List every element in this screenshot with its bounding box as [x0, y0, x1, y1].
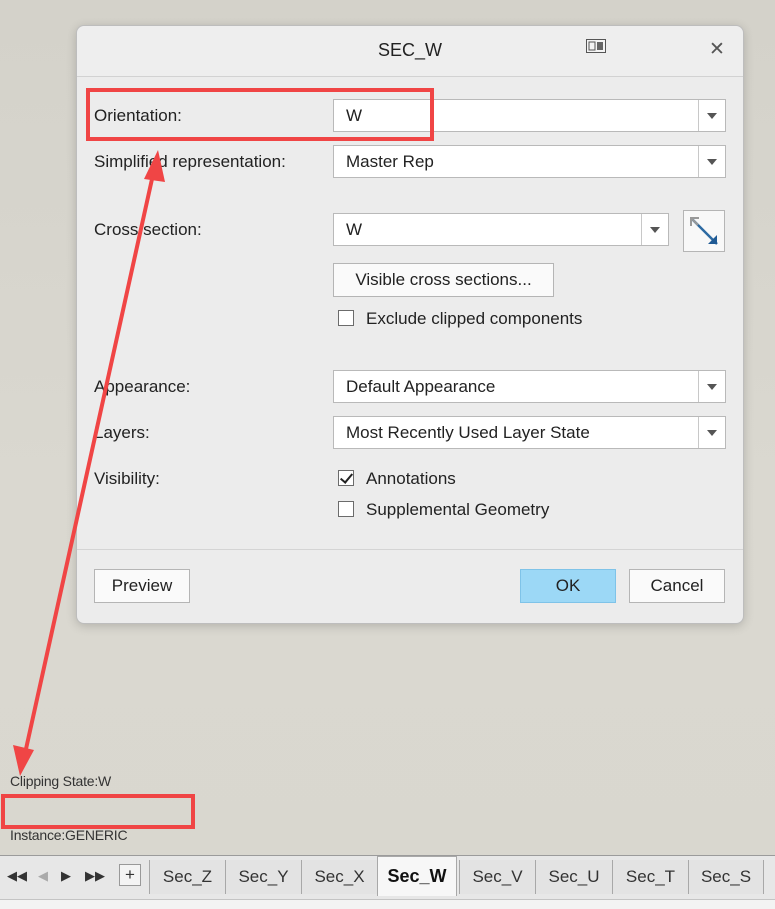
last-tab-icon[interactable]: ▶▶ [85, 868, 105, 884]
window-icon[interactable] [586, 39, 606, 53]
tab-sec-x[interactable]: Sec_X [301, 860, 377, 894]
dialog-titlebar[interactable]: SEC_W ✕ [77, 26, 743, 77]
status-highlight-box [1, 794, 195, 829]
tab-sec-w[interactable]: Sec_W [377, 856, 457, 896]
chevron-down-icon[interactable] [698, 146, 725, 177]
next-tab-icon[interactable]: ▶ [61, 868, 71, 884]
cross-section-value: W [346, 220, 363, 239]
dialog-title: SEC_W [377, 40, 442, 60]
cross-section-dropdown[interactable]: W [333, 213, 669, 246]
flip-clipping-button[interactable] [683, 210, 725, 252]
simplified-rep-dropdown[interactable]: Master Rep [333, 145, 726, 178]
simplified-rep-value: Master Rep [346, 152, 434, 171]
flip-direction-icon [690, 217, 718, 245]
annotations-label: Annotations [366, 469, 456, 488]
sec-w-dialog: SEC_W ✕ Orientation: W Simplified repres… [76, 25, 744, 624]
preview-button[interactable]: Preview [94, 569, 190, 603]
cancel-button[interactable]: Cancel [629, 569, 725, 603]
annotations-checkbox[interactable] [338, 470, 354, 486]
chevron-down-icon[interactable] [698, 100, 725, 131]
supplemental-geometry-checkbox[interactable] [338, 501, 354, 517]
chevron-down-icon[interactable] [698, 417, 725, 448]
orientation-dropdown[interactable]: W [333, 99, 726, 132]
appearance-dropdown[interactable]: Default Appearance [333, 370, 726, 403]
exclude-clipped-checkbox[interactable] [338, 310, 354, 326]
tab-sec-y[interactable]: Sec_Y [225, 860, 301, 894]
visible-cross-sections-button[interactable]: Visible cross sections... [333, 263, 554, 297]
orientation-label: Orientation: [94, 106, 182, 125]
instance-text: Instance:GENERIC [10, 827, 128, 843]
layers-value: Most Recently Used Layer State [346, 423, 590, 442]
exclude-clipped-label: Exclude clipped components [366, 309, 583, 328]
ok-button[interactable]: OK [520, 569, 616, 603]
layers-dropdown[interactable]: Most Recently Used Layer State [333, 416, 726, 449]
appearance-label: Appearance: [94, 377, 191, 396]
chevron-down-icon[interactable] [641, 214, 668, 245]
tab-sec-u[interactable]: Sec_U [535, 860, 612, 894]
first-tab-icon[interactable]: ◀◀ [7, 868, 27, 884]
close-icon[interactable]: ✕ [709, 40, 725, 59]
supplemental-geometry-label: Supplemental Geometry [366, 500, 550, 519]
tab-sec-z[interactable]: Sec_Z [149, 860, 225, 894]
simplified-rep-label: Simplified representation: [94, 152, 286, 171]
clipping-state-text: Clipping State:W [10, 773, 112, 789]
layers-label: Layers: [94, 423, 150, 442]
orientation-value: W [346, 106, 363, 125]
previous-tab-icon[interactable]: ◀ [38, 868, 48, 884]
appearance-value: Default Appearance [346, 377, 496, 396]
add-tab-button[interactable]: + [119, 864, 141, 886]
tab-sec-t[interactable]: Sec_T [612, 860, 688, 894]
visibility-label: Visibility: [94, 469, 160, 488]
arrow-head-bottom [13, 745, 34, 776]
section-tab-bar: ◀◀ ◀ ▶ ▶▶ + Sec_Z Sec_Y Sec_X Sec_W Sec_… [0, 855, 775, 900]
dialog-footer-divider [77, 549, 743, 550]
cross-section-label: Cross section: [94, 220, 202, 239]
chevron-down-icon[interactable] [698, 371, 725, 402]
tab-sec-v[interactable]: Sec_V [459, 860, 535, 894]
tab-sec-s[interactable]: Sec_S [688, 860, 764, 894]
